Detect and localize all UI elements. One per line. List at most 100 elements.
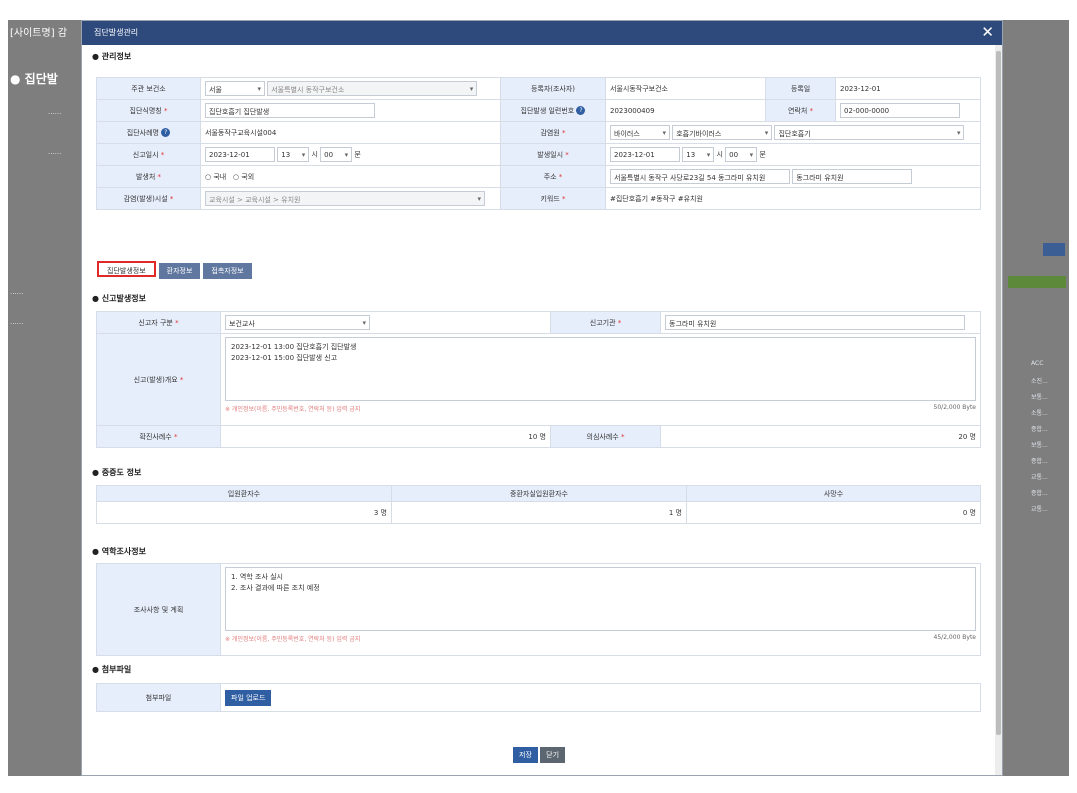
- group-outbreak-modal: 집단발생관리 ✕ ● 관리정보 주관 보건소 서울 서울특별시 동작구보건소 등…: [81, 20, 1003, 776]
- region-select[interactable]: 서울: [205, 81, 265, 96]
- pathogen-group-select[interactable]: 호흡기바이러스: [672, 125, 773, 140]
- report-date-input[interactable]: 2023-12-01: [205, 147, 275, 162]
- bg-right-label: 종합...: [1031, 458, 1048, 465]
- bg-right-label: 보통...: [1031, 394, 1048, 401]
- table-row: 발생처 ○ 국내 ○ 국외 주소 서울특별시 동작구 사당로23길 54 동그라…: [96, 165, 981, 188]
- suspected-input[interactable]: 20: [958, 433, 967, 441]
- case-name-value: 서울동작구교육시설004: [205, 128, 277, 137]
- background-page-title: [사이트명] 감: [10, 28, 67, 39]
- occur-date-input[interactable]: 2023-12-01: [610, 147, 680, 162]
- label-contact: 연락처: [765, 99, 836, 122]
- tab-contact-info[interactable]: 접촉자정보: [203, 263, 252, 279]
- severity-section-title: ● 중증도 정보: [92, 468, 142, 477]
- radio-domestic[interactable]: ○ 국내: [205, 173, 226, 181]
- table-row: 주관 보건소 서울 서울특별시 동작구보건소 등록자(조사자) 서울시동작구보건…: [96, 77, 981, 100]
- address-detail-input[interactable]: 동그라미 유치원: [792, 169, 913, 184]
- attach-table: 첨부파일 파일 업로드: [96, 683, 981, 712]
- management-section-title: ● 관리정보: [92, 52, 132, 61]
- file-upload-button[interactable]: 파일 업로드: [225, 689, 272, 706]
- contact-input[interactable]: 02-000-0000: [840, 103, 960, 118]
- confirmed-input[interactable]: 10: [528, 433, 537, 441]
- unit-label: 명: [969, 508, 976, 517]
- unit-label: 명: [380, 508, 387, 517]
- table-row: 3 명 1 명 0 명: [96, 501, 981, 524]
- report-section-title: ● 신고발생정보: [92, 294, 146, 303]
- footer-buttons: 저장 닫기: [513, 747, 566, 763]
- label-health-center: 주관 보건소: [96, 77, 201, 100]
- help-icon[interactable]: ?: [161, 128, 171, 137]
- details-line: 2023-12-01 13:00 집단호흡기 집단발생: [231, 343, 357, 351]
- table-row: 조사사항 및 계획 1. 역학 조사 실시 2. 조사 결과에 따른 조치 예정…: [96, 563, 981, 656]
- bg-text: ······: [10, 290, 24, 298]
- scrollbar[interactable]: [995, 45, 1002, 775]
- header-deaths: 사망수: [686, 485, 981, 502]
- pathogen-select[interactable]: 집단호흡기: [774, 125, 965, 140]
- bg-right-label: 소진...: [1031, 378, 1048, 385]
- close-icon[interactable]: ✕: [981, 23, 994, 41]
- details-textarea[interactable]: 2023-12-01 13:00 집단호흡기 집단발생 2023-12-01 1…: [225, 337, 976, 401]
- modal-header: 집단발생관리 ✕: [82, 21, 1002, 45]
- report-minute-select[interactable]: 00: [320, 147, 353, 162]
- table-row: 신고(발생)개요 2023-12-01 13:00 집단호흡기 집단발생 202…: [96, 333, 981, 426]
- bg-right-label: 소통...: [1031, 410, 1048, 417]
- investigation-hint: ※ 개인정보(이름, 주민등록번호, 연락처 등) 입력 금지: [225, 636, 361, 643]
- report-hour-select[interactable]: 13: [277, 147, 310, 162]
- epi-table: 조사사항 및 계획 1. 역학 조사 실시 2. 조사 결과에 따른 조치 예정…: [96, 563, 981, 656]
- label-case-name: 집단사례명 ?: [96, 121, 201, 144]
- bg-right-label: 보통...: [1031, 442, 1048, 449]
- table-row: 집단사례명 ? 서울동작구교육시설004 감염원 바이러스 호흡기바이러스 집단…: [96, 121, 981, 144]
- facility-select[interactable]: 교육시설 > 교육시설 > 유치원: [205, 191, 485, 206]
- label-registrant: 등록자(조사자): [500, 77, 606, 100]
- tab-group-outbreak-info[interactable]: 집단발생정보: [97, 261, 156, 277]
- occur-minute-select[interactable]: 00: [725, 147, 758, 162]
- help-icon[interactable]: ?: [576, 106, 586, 115]
- bg-text: ······: [10, 320, 24, 328]
- label-reporter-type: 신고자 구분: [96, 311, 221, 334]
- label-suspected: 의심사례수: [550, 425, 661, 448]
- label-keyword: 키워드: [500, 187, 606, 210]
- label-facility: 감염(발생)시설: [96, 187, 201, 210]
- bg-right-label: 교통...: [1031, 474, 1048, 481]
- close-button[interactable]: 닫기: [540, 747, 566, 763]
- group-name-input[interactable]: 집단호흡기 집단발생: [205, 103, 375, 118]
- investigation-line: 1. 역학 조사 실시: [231, 573, 283, 581]
- deaths-input[interactable]: 0: [963, 509, 967, 517]
- table-row: 첨부파일 파일 업로드: [96, 683, 981, 712]
- label-attachment: 첨부파일: [96, 683, 221, 712]
- inpatients-input[interactable]: 3: [374, 509, 378, 517]
- background-page-heading: ● 집단발: [10, 72, 58, 86]
- bg-right-label: 교통...: [1031, 506, 1048, 513]
- bg-text: ······: [48, 150, 62, 158]
- background-page-left: [사이트명] 감 ● 집단발 ······ ······ ······ ····…: [8, 20, 81, 776]
- tab-patient-info[interactable]: 환자정보: [158, 263, 201, 279]
- tab-bar: 집단발생정보 환자정보 접촉자정보: [97, 261, 255, 279]
- registrant-value: 서울시동작구보건소: [610, 84, 668, 93]
- icu-input[interactable]: 1: [669, 509, 673, 517]
- radio-overseas[interactable]: ○ 국외: [233, 173, 254, 181]
- details-hint: ※ 개인정보(이름, 주민등록번호, 연락처 등) 입력 금지: [225, 406, 361, 413]
- table-row: 집단식명칭 집단호흡기 집단발생 집단발생 일련번호 ? 2023000409 …: [96, 99, 981, 122]
- save-button[interactable]: 저장: [513, 747, 538, 763]
- occur-hour-select[interactable]: 13: [682, 147, 715, 162]
- address-input[interactable]: 서울특별시 동작구 사당로23길 54 동그라미 유치원: [610, 169, 790, 184]
- pathogen-type-select[interactable]: 바이러스: [610, 125, 670, 140]
- bg-right-label: 종합...: [1031, 490, 1048, 497]
- label-group-name: 집단식명칭: [96, 99, 201, 122]
- reg-date-value: 2023-12-01: [840, 84, 881, 93]
- bg-text: ······: [48, 110, 62, 118]
- reporter-type-select[interactable]: 보건교사: [225, 315, 370, 330]
- investigation-textarea[interactable]: 1. 역학 조사 실시 2. 조사 결과에 따른 조치 예정: [225, 567, 976, 631]
- bg-right-label: ACC: [1031, 360, 1044, 367]
- health-center-select[interactable]: 서울특별시 동작구보건소: [267, 81, 478, 96]
- header-inpatients: 입원환자수: [96, 485, 392, 502]
- unit-label: 명: [675, 508, 682, 517]
- bg-green-button: [1008, 276, 1066, 288]
- label-pathogen: 감염원: [500, 121, 606, 144]
- agency-input[interactable]: 동그라미 유치원: [665, 315, 965, 330]
- label-investigation: 조사사항 및 계획: [96, 563, 221, 656]
- report-table: 신고자 구분 보건교사 신고기관 동그라미 유치원 신고(발생)개요 2023-…: [96, 311, 981, 448]
- scrollbar-thumb[interactable]: [996, 51, 1001, 735]
- severity-table: 입원환자수 중환자실입원환자수 사망수 3 명 1 명 0 명: [96, 485, 981, 524]
- epi-section-title: ● 역학조사정보: [92, 547, 146, 556]
- details-byte-count: 50/2,000 Byte: [933, 404, 976, 411]
